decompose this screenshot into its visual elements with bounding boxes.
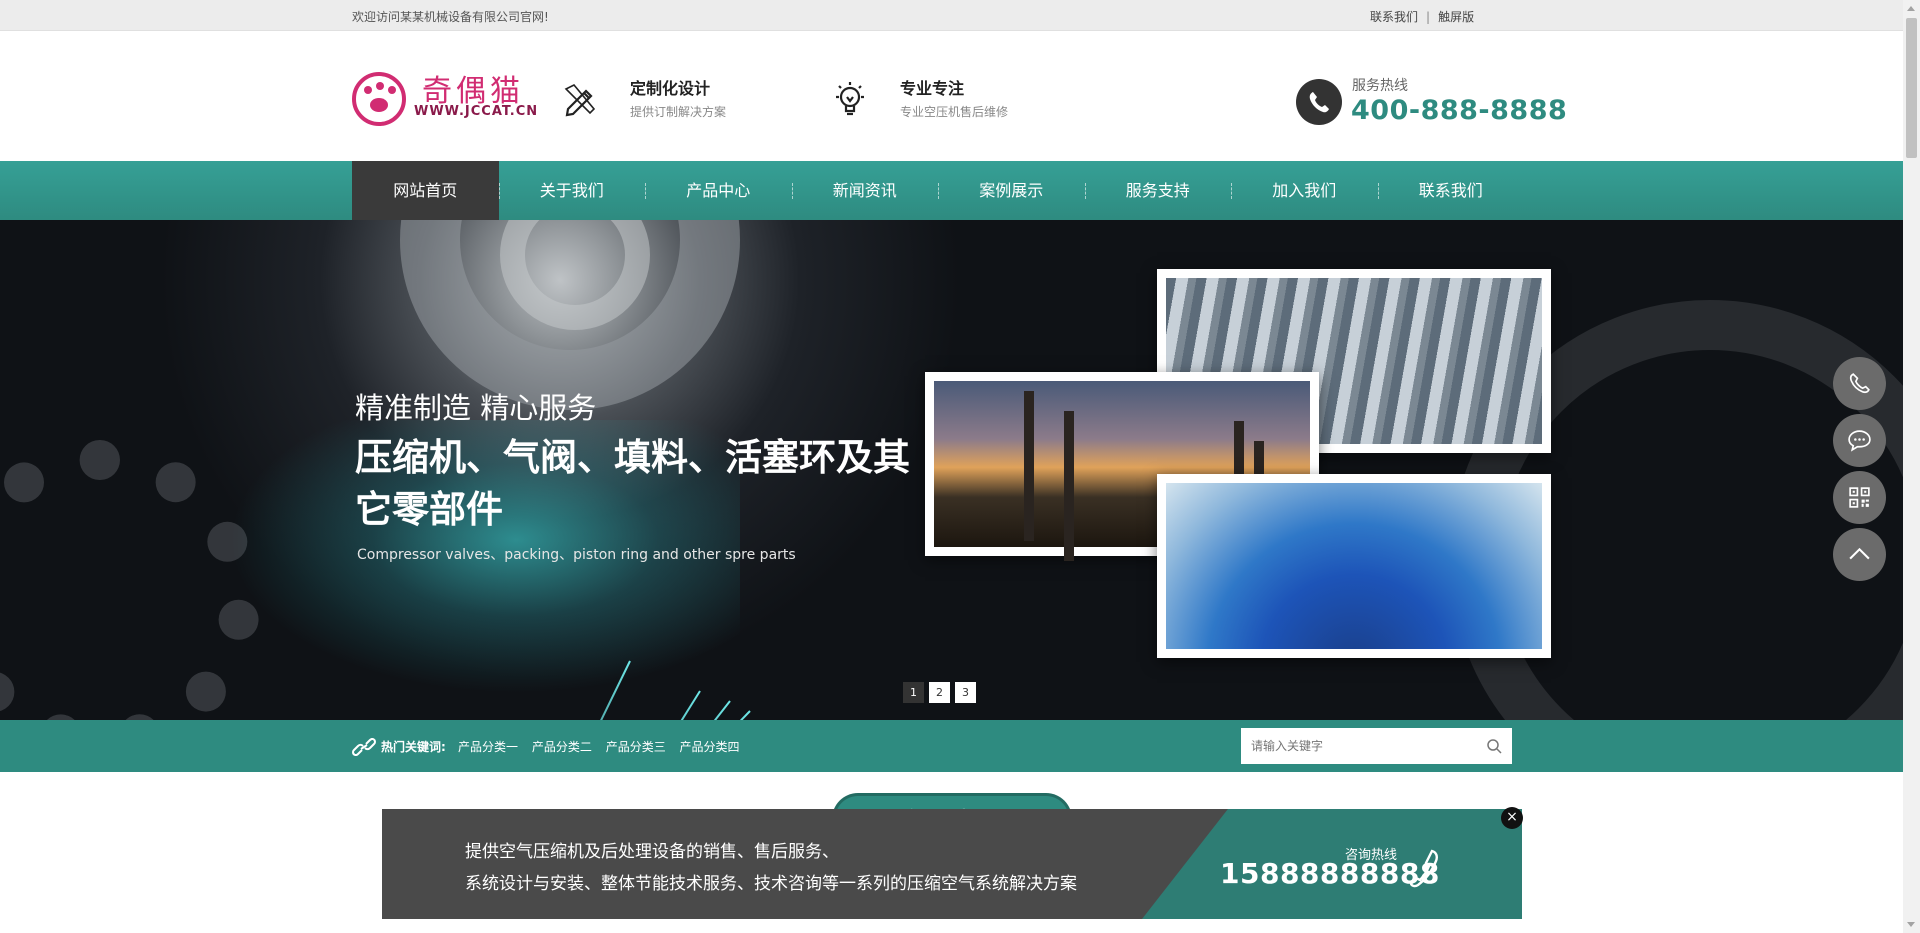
banner-slogan-english: Compressor valves、packing、piston ring an… (357, 547, 796, 563)
search-input[interactable] (1241, 728, 1471, 764)
paw-logo-icon (352, 72, 406, 126)
feature-subtitle: 提供订制解决方案 (630, 105, 727, 119)
feature-subtitle: 专业空压机售后维修 (900, 105, 1009, 119)
float-qrcode-button[interactable] (1833, 471, 1886, 524)
banner-photo-valve (1157, 474, 1551, 658)
welcome-text: 欢迎访问某某机械设备有限公司官网! (352, 10, 549, 24)
chat-icon (1848, 430, 1871, 452)
hero-banner[interactable]: 精准制造 精心服务 压缩机、气阀、填料、活塞环及其它零部件 Compressor… (0, 220, 1903, 720)
phone-icon (1296, 79, 1342, 125)
nav-item-about[interactable]: 关于我们 (498, 161, 646, 220)
consult-close-button[interactable]: × (1501, 807, 1523, 829)
link-icon (351, 737, 377, 760)
nav-item-contact[interactable]: 联系我们 (1377, 161, 1525, 220)
lightbulb-icon (830, 79, 870, 119)
contact-us-link[interactable]: 联系我们 (1370, 10, 1418, 24)
handset-icon (1409, 849, 1440, 893)
keyword-link[interactable]: 产品分类四 (680, 740, 740, 754)
float-phone-button[interactable] (1833, 357, 1886, 410)
nav-item-news[interactable]: 新闻资讯 (791, 161, 939, 220)
slide-pagination: 1 2 3 (903, 682, 976, 703)
search-icon[interactable] (1486, 738, 1502, 758)
scroll-down-arrow-icon[interactable] (1907, 922, 1915, 927)
consult-hotline-number: 15888888888 (1220, 857, 1440, 890)
hot-keywords-label: 热门关键词: (381, 740, 446, 754)
consult-bar: 提供空气压缩机及后处理设备的销售、售后服务、 系统设计与安装、整体节能技术服务、… (382, 809, 1522, 919)
page-scrollbar[interactable] (1903, 0, 1920, 933)
feature-title: 定制化设计 (630, 79, 711, 98)
banner-slogan-small: 精准制造 精心服务 (355, 391, 597, 425)
scroll-up-arrow-icon[interactable] (1907, 6, 1915, 11)
keyword-link[interactable]: 产品分类一 (458, 740, 518, 754)
touch-version-link[interactable]: 触屏版 (1438, 8, 1474, 25)
nav-item-support[interactable]: 服务支持 (1084, 161, 1232, 220)
consult-text-line1: 提供空气压缩机及后处理设备的销售、售后服务、 (465, 842, 839, 862)
banner-slogan-big: 压缩机、气阀、填料、活塞环及其它零部件 (355, 436, 910, 531)
site-header: 奇偶猫 WWW.JCCAT.CN 定制化设计 提供订制解决方案 专业专注 专业空… (0, 31, 1903, 161)
hotline-label: 服务热线 (1352, 78, 1408, 94)
slide-dot-2[interactable]: 2 (929, 682, 950, 703)
top-links-separator: | (1426, 10, 1431, 24)
main-nav: 网站首页 关于我们 产品中心 新闻资讯 案例展示 服务支持 加入我们 联系我们 (0, 161, 1903, 220)
slide-dot-3[interactable]: 3 (955, 682, 976, 703)
phone-icon (1849, 373, 1870, 394)
nav-item-products[interactable]: 产品中心 (645, 161, 792, 220)
hot-keywords-bar: 热门关键词: 产品分类一 产品分类二 产品分类三 产品分类四 (0, 720, 1903, 772)
hotline-number: 400-888-8888 (1351, 95, 1568, 126)
float-chat-button[interactable] (1833, 414, 1886, 467)
site-logo[interactable]: 奇偶猫 WWW.JCCAT.CN (352, 64, 537, 126)
keyword-link[interactable]: 产品分类二 (532, 740, 592, 754)
site-search (1241, 728, 1512, 764)
slide-dot-1[interactable]: 1 (903, 682, 924, 703)
consult-text-line2: 系统设计与安装、整体节能技术服务、技术咨询等一系列的压缩空气系统解决方案 (465, 874, 1077, 894)
keyword-link[interactable]: 产品分类三 (606, 740, 666, 754)
feature-title: 专业专注 (900, 79, 965, 98)
hot-keywords-list: 产品分类一 产品分类二 产品分类三 产品分类四 (458, 738, 750, 755)
top-bar: 欢迎访问某某机械设备有限公司官网! 联系我们 | 触屏版 (0, 0, 1903, 31)
logo-url-text: WWW.JCCAT.CN (414, 104, 539, 119)
top-links: 联系我们 | 触屏版 (1370, 8, 1474, 25)
back-to-top-icon (1849, 547, 1870, 560)
nav-item-join[interactable]: 加入我们 (1231, 161, 1378, 220)
nav-item-cases[interactable]: 案例展示 (938, 161, 1085, 220)
qrcode-icon (1849, 487, 1870, 508)
nav-item-home[interactable]: 网站首页 (352, 161, 499, 220)
scrollbar-thumb[interactable] (1906, 18, 1917, 158)
pencil-ruler-icon (560, 79, 600, 119)
back-to-top-button[interactable] (1833, 528, 1886, 581)
